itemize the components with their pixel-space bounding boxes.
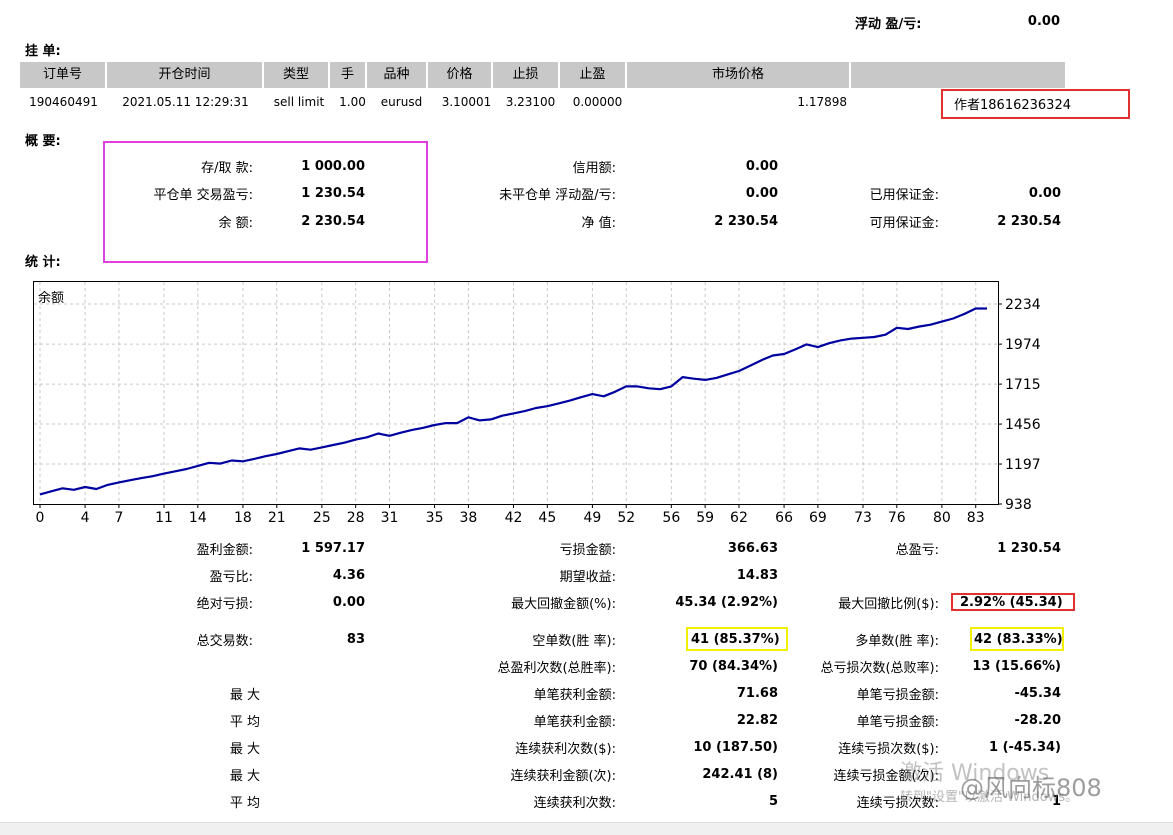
x-tick-label: 4 (81, 510, 90, 526)
x-tick-label: 31 (381, 510, 399, 526)
rel-dd-value: 2.92% (45.34) (960, 595, 1063, 610)
long-label: 多单数(胜 率): (855, 634, 939, 649)
largest-profit-label: 单笔获利金额: (533, 688, 616, 703)
x-tick-label: 42 (505, 510, 523, 526)
rel-dd-label: 最大回撤比例($): (838, 597, 939, 612)
total-net-value: 1 230.54 (997, 541, 1061, 556)
x-tick-label: 25 (313, 510, 331, 526)
average-label: 平 均 (229, 715, 260, 730)
total-net-label: 总盈亏: (895, 543, 939, 558)
x-tick-label: 45 (538, 510, 556, 526)
max-dd-label: 最大回撤金额(%): (511, 597, 616, 612)
consec-profit-label: 连续获利金额(次): (510, 769, 616, 784)
avg-profit-value: 22.82 (736, 713, 778, 728)
x-tick-label: 59 (696, 510, 714, 526)
x-tick-label: 7 (114, 510, 123, 526)
y-tick-label: 1974 (1005, 337, 1041, 353)
x-tick-label: 11 (155, 510, 173, 526)
x-tick-label: 83 (967, 510, 985, 526)
chart-legend: 余额 (38, 291, 65, 306)
y-tick-label: 938 (1005, 497, 1032, 513)
max-label-2: 最 大 (229, 769, 260, 784)
max-dd-value: 45.34 (2.92%) (675, 595, 778, 610)
gross-loss-label: 亏损金额: (559, 543, 616, 558)
total-trades-label: 总交易数: (196, 634, 253, 649)
y-tick-label: 1456 (1005, 417, 1041, 433)
short-value: 41 (85.37%) (691, 632, 780, 647)
y-tick-label: 2234 (1005, 297, 1041, 313)
x-tick-label: 14 (189, 510, 207, 526)
avg-consec-wins-label: 连续获利次数: (533, 796, 616, 811)
gross-profit-value: 1 597.17 (301, 541, 365, 556)
x-tick-label: 49 (584, 510, 602, 526)
max-label-1: 最 大 (229, 742, 260, 757)
bottom-bar (0, 822, 1173, 835)
expected-value: 14.83 (736, 568, 778, 583)
loss-trades-value: 13 (15.66%) (972, 659, 1061, 674)
profit-trades-label: 总盈利次数(总胜率): (497, 661, 616, 676)
x-tick-label: 0 (36, 510, 45, 526)
total-trades-value: 83 (346, 632, 365, 647)
short-label: 空单数(胜 率): (532, 634, 616, 649)
abs-dd-label: 绝对亏损: (196, 597, 253, 612)
avg-profit-label: 单笔获利金额: (533, 715, 616, 730)
x-tick-label: 35 (426, 510, 444, 526)
avg-consec-wins-value: 5 (768, 794, 778, 809)
x-tick-label: 73 (854, 510, 872, 526)
largest-loss-value: -45.34 (1014, 686, 1061, 701)
brand-watermark: @风向标808 (960, 774, 1102, 802)
x-tick-label: 38 (459, 510, 477, 526)
largest-label: 最 大 (229, 688, 260, 703)
balance-chart: 2234 1974 1715 1456 1197 938 0 4 7 11 14 18 21 25 28 31… (33, 281, 1041, 526)
average-label-2: 平 均 (229, 796, 260, 811)
gross-profit-label: 盈利金额: (196, 543, 253, 558)
x-tick-label: 56 (662, 510, 680, 526)
x-tick-label: 52 (617, 510, 635, 526)
profit-factor-value: 4.36 (332, 568, 365, 583)
long-value: 42 (83.33%) (974, 632, 1063, 647)
x-tick-label: 28 (347, 510, 365, 526)
y-tick-label: 1715 (1005, 377, 1041, 393)
avg-loss-label: 单笔亏损金额: (856, 715, 939, 730)
consec-wins-value: 10 (187.50) (693, 740, 778, 755)
x-tick-label: 21 (268, 510, 286, 526)
x-tick-label: 69 (809, 510, 827, 526)
largest-profit-value: 71.68 (736, 686, 778, 701)
profit-factor-label: 盈亏比: (209, 570, 253, 585)
loss-trades-label: 总亏损次数(总败率): (820, 661, 939, 676)
abs-dd-value: 0.00 (332, 595, 365, 610)
largest-loss-label: 单笔亏损金额: (856, 688, 939, 703)
avg-loss-value: -28.20 (1014, 713, 1061, 728)
expected-label: 期望收益: (559, 570, 616, 585)
x-tick-label: 62 (730, 510, 748, 526)
x-tick-label: 80 (933, 510, 951, 526)
consec-losses-value: 1 (-45.34) (989, 740, 1061, 755)
x-tick-label: 66 (775, 510, 793, 526)
gross-loss-value: 366.63 (727, 541, 778, 556)
consec-profit-value: 242.41 (8) (702, 767, 778, 782)
x-tick-label: 18 (234, 510, 252, 526)
x-tick-label: 76 (888, 510, 906, 526)
y-tick-label: 1197 (1005, 457, 1041, 473)
consec-wins-label: 连续获利次数($): (515, 742, 616, 757)
profit-trades-value: 70 (84.34%) (689, 659, 778, 674)
